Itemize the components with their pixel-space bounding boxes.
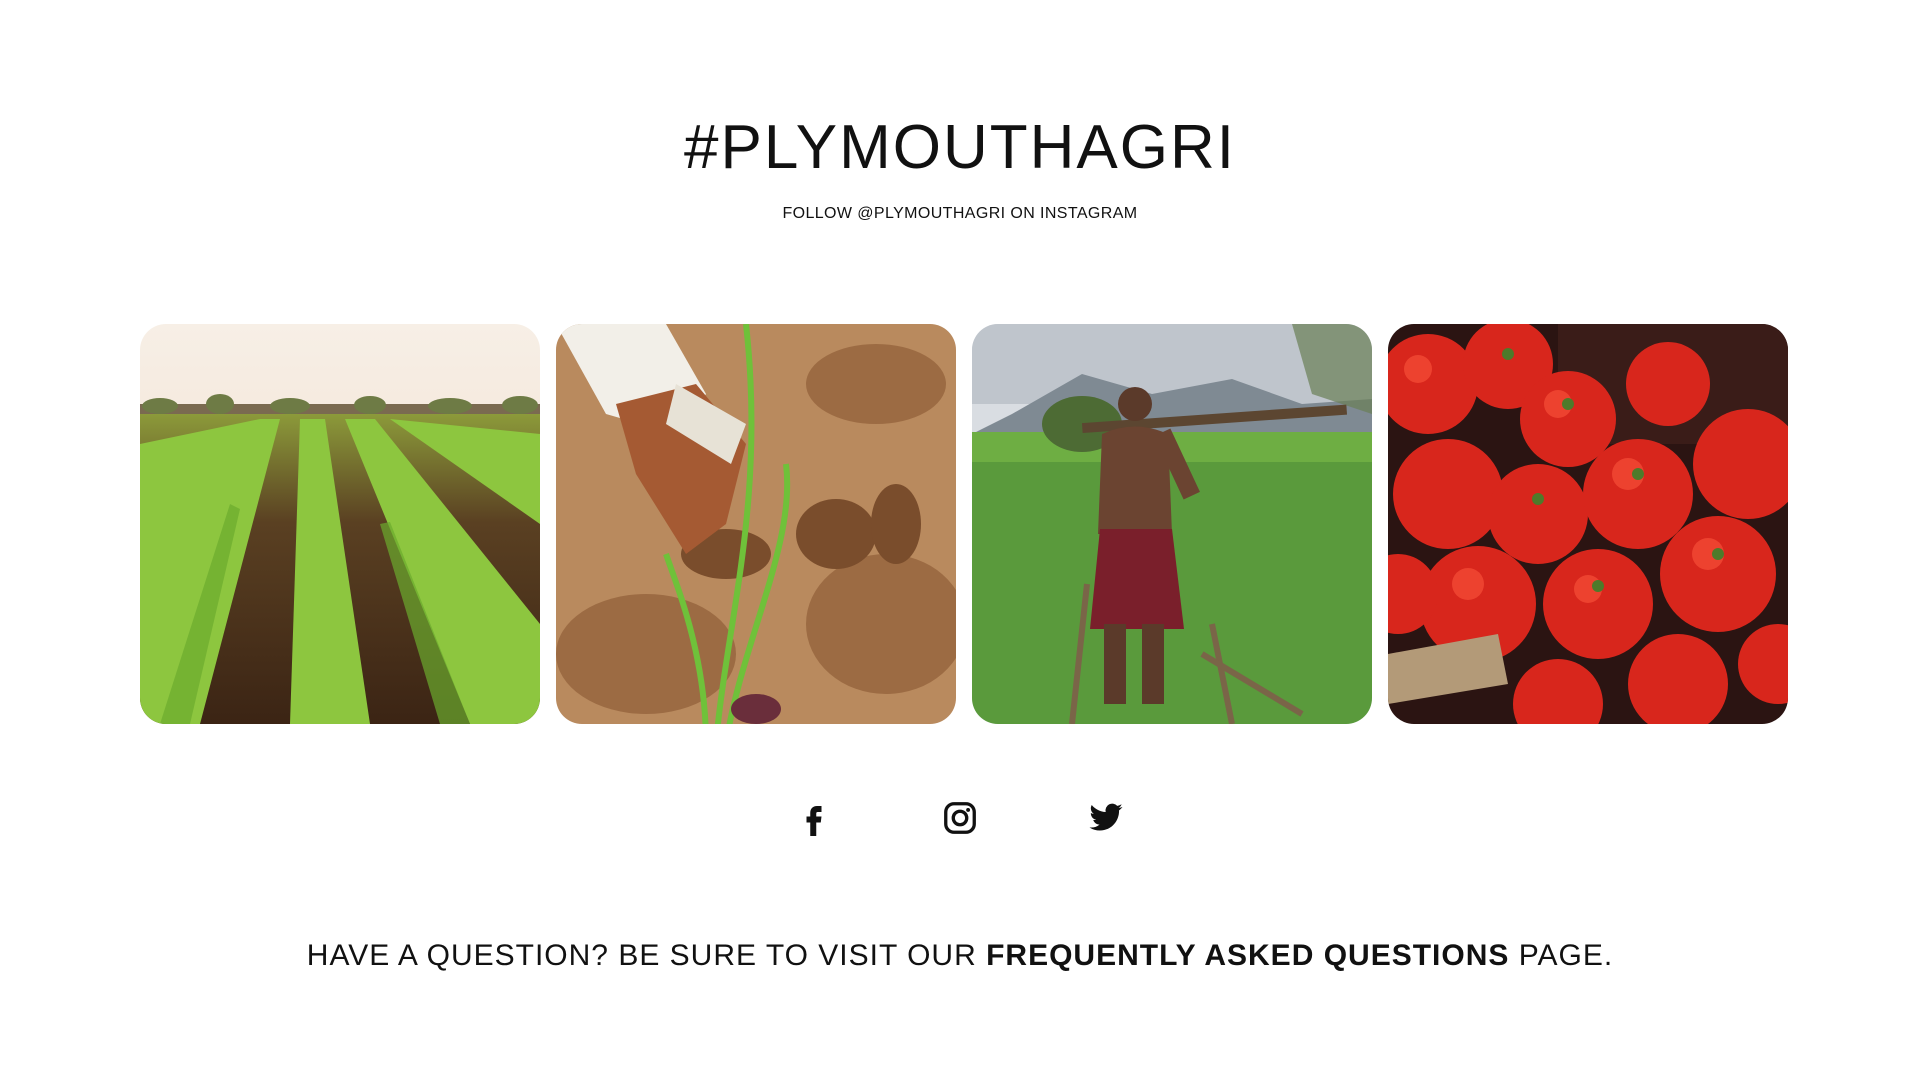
twitter-icon bbox=[1089, 803, 1123, 831]
farmer-photo bbox=[972, 324, 1372, 724]
follow-instagram-link[interactable]: FOLLOW @PLYMOUTHAGRI ON INSTAGRAM bbox=[782, 205, 1137, 222]
gallery-image-tomatoes[interactable] bbox=[1388, 324, 1788, 724]
twitter-link[interactable] bbox=[1086, 798, 1126, 838]
instagram-link[interactable] bbox=[940, 798, 980, 838]
faq-prefix: HAVE A QUESTION? BE SURE TO VISIT OUR bbox=[306, 939, 987, 972]
social-links bbox=[0, 798, 1920, 838]
faq-prompt: HAVE A QUESTION? BE SURE TO VISIT OUR FR… bbox=[0, 936, 1920, 976]
tomatoes-photo bbox=[1388, 324, 1788, 724]
planting-photo bbox=[556, 324, 956, 724]
hashtag-title: #PLYMOUTHAGRI bbox=[684, 113, 1236, 182]
facebook-icon bbox=[806, 806, 822, 836]
gallery-image-planting[interactable] bbox=[556, 324, 956, 724]
instagram-icon bbox=[944, 802, 976, 834]
facebook-link[interactable] bbox=[794, 798, 834, 838]
faq-suffix: PAGE. bbox=[1509, 939, 1614, 972]
gallery-image-crop-rows[interactable] bbox=[140, 324, 540, 724]
instagram-gallery bbox=[140, 324, 1788, 724]
follow-instagram-line: FOLLOW @PLYMOUTHAGRI ON INSTAGRAM bbox=[0, 203, 1920, 225]
gallery-image-farmer[interactable] bbox=[972, 324, 1372, 724]
faq-link[interactable]: FREQUENTLY ASKED QUESTIONS bbox=[986, 939, 1509, 972]
instagram-section: #PLYMOUTHAGRI FOLLOW @PLYMOUTHAGRI ON IN… bbox=[0, 0, 1920, 1080]
crop-rows-photo bbox=[140, 324, 540, 724]
